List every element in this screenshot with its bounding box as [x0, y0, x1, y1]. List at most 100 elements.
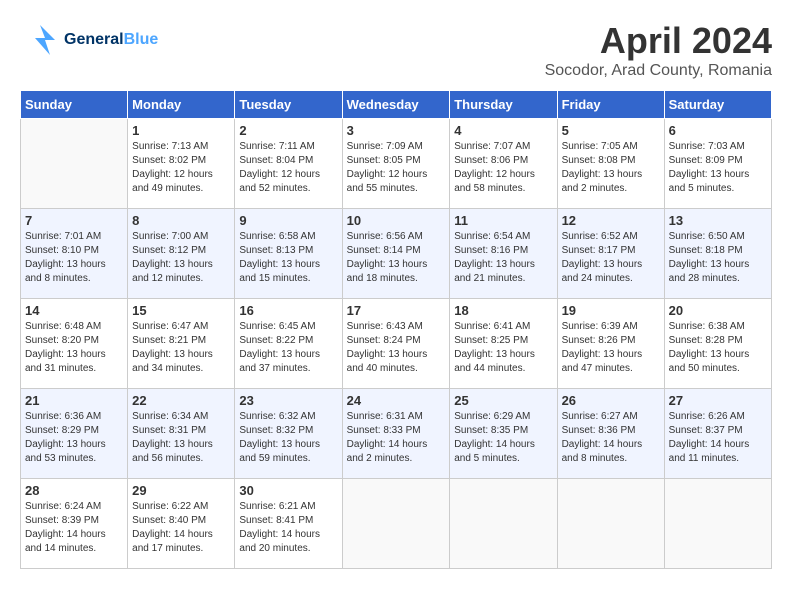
calendar-cell: [21, 119, 128, 209]
calendar-cell: 26 Sunrise: 6:27 AM Sunset: 8:36 PM Dayli…: [557, 389, 664, 479]
calendar-cell: [557, 479, 664, 569]
day-info: Sunrise: 6:21 AM Sunset: 8:41 PM Dayligh…: [239, 500, 337, 556]
calendar-table: SundayMondayTuesdayWednesdayThursdayFrid…: [20, 90, 772, 569]
calendar-header-row: SundayMondayTuesdayWednesdayThursdayFrid…: [21, 91, 772, 119]
day-number: 13: [669, 213, 767, 228]
day-info: Sunrise: 6:58 AM Sunset: 8:13 PM Dayligh…: [239, 230, 337, 286]
day-number: 21: [25, 393, 123, 408]
page-header: GeneralBlue April 2024 Socodor, Arad Cou…: [20, 20, 772, 80]
month-title: April 2024: [545, 20, 772, 62]
day-info: Sunrise: 6:36 AM Sunset: 8:29 PM Dayligh…: [25, 410, 123, 466]
location-subtitle: Socodor, Arad County, Romania: [545, 62, 772, 80]
day-number: 5: [562, 123, 660, 138]
day-info: Sunrise: 6:34 AM Sunset: 8:31 PM Dayligh…: [132, 410, 230, 466]
calendar-cell: 19Sunrise: 6:39 AM Sunset: 8:26 PM Dayli…: [557, 299, 664, 389]
day-number: 18: [454, 303, 552, 318]
day-number: 6: [669, 123, 767, 138]
day-info: Sunrise: 6:27 AM Sunset: 8:36 PM Dayligh…: [562, 410, 660, 466]
calendar-week-row: 28Sunrise: 6:24 AM Sunset: 8:39 PM Dayli…: [21, 479, 772, 569]
day-number: 26: [562, 393, 660, 408]
logo-text: GeneralBlue: [64, 31, 158, 49]
calendar-cell: 11 Sunrise: 6:54 AM Sunset: 8:16 PM Dayli…: [450, 209, 557, 299]
calendar-cell: [664, 479, 771, 569]
calendar-cell: 7 Sunrise: 7:01 AM Sunset: 8:10 PM Daylig…: [21, 209, 128, 299]
day-number: 17: [347, 303, 446, 318]
day-number: 14: [25, 303, 123, 318]
day-number: 10: [347, 213, 446, 228]
day-number: 20: [669, 303, 767, 318]
day-info: Sunrise: 6:41 AM Sunset: 8:25 PM Dayligh…: [454, 320, 552, 376]
day-number: 9: [239, 213, 337, 228]
day-info: Sunrise: 6:56 AM Sunset: 8:14 PM Dayligh…: [347, 230, 446, 286]
day-number: 23: [239, 393, 337, 408]
day-info: Sunrise: 6:31 AM Sunset: 8:33 PM Dayligh…: [347, 410, 446, 466]
calendar-cell: 23 Sunrise: 6:32 AM Sunset: 8:32 PM Dayli…: [235, 389, 342, 479]
day-info: Sunrise: 6:43 AM Sunset: 8:24 PM Dayligh…: [347, 320, 446, 376]
day-info: Sunrise: 7:07 AM Sunset: 8:06 PM Dayligh…: [454, 140, 552, 196]
day-number: 4: [454, 123, 552, 138]
calendar-cell: 27Sunrise: 6:26 AM Sunset: 8:37 PM Dayli…: [664, 389, 771, 479]
calendar-cell: 18 Sunrise: 6:41 AM Sunset: 8:25 PM Dayli…: [450, 299, 557, 389]
day-info: Sunrise: 6:45 AM Sunset: 8:22 PM Dayligh…: [239, 320, 337, 376]
day-number: 8: [132, 213, 230, 228]
calendar-cell: 4 Sunrise: 7:07 AM Sunset: 8:06 PM Daylig…: [450, 119, 557, 209]
weekday-header: Saturday: [664, 91, 771, 119]
day-number: 12: [562, 213, 660, 228]
day-info: Sunrise: 6:38 AM Sunset: 8:28 PM Dayligh…: [669, 320, 767, 376]
day-info: Sunrise: 6:29 AM Sunset: 8:35 PM Dayligh…: [454, 410, 552, 466]
day-number: 11: [454, 213, 552, 228]
calendar-cell: 20 Sunrise: 6:38 AM Sunset: 8:28 PM Dayli…: [664, 299, 771, 389]
calendar-cell: 22 Sunrise: 6:34 AM Sunset: 8:31 PM Dayli…: [128, 389, 235, 479]
calendar-cell: 28Sunrise: 6:24 AM Sunset: 8:39 PM Dayli…: [21, 479, 128, 569]
calendar-cell: 15 Sunrise: 6:47 AM Sunset: 8:21 PM Dayli…: [128, 299, 235, 389]
day-number: 24: [347, 393, 446, 408]
calendar-cell: 12 Sunrise: 6:52 AM Sunset: 8:17 PM Dayli…: [557, 209, 664, 299]
weekday-header: Tuesday: [235, 91, 342, 119]
logo-icon: [20, 20, 60, 60]
day-info: Sunrise: 6:48 AM Sunset: 8:20 PM Dayligh…: [25, 320, 123, 376]
day-number: 15: [132, 303, 230, 318]
day-number: 2: [239, 123, 337, 138]
day-info: Sunrise: 7:00 AM Sunset: 8:12 PM Dayligh…: [132, 230, 230, 286]
weekday-header: Friday: [557, 91, 664, 119]
calendar-cell: 25 Sunrise: 6:29 AM Sunset: 8:35 PM Dayli…: [450, 389, 557, 479]
calendar-cell: [342, 479, 450, 569]
calendar-cell: 16 Sunrise: 6:45 AM Sunset: 8:22 PM Dayli…: [235, 299, 342, 389]
day-info: Sunrise: 7:09 AM Sunset: 8:05 PM Dayligh…: [347, 140, 446, 196]
logo: GeneralBlue: [20, 20, 158, 60]
day-number: 28: [25, 483, 123, 498]
day-number: 25: [454, 393, 552, 408]
day-info: Sunrise: 7:11 AM Sunset: 8:04 PM Dayligh…: [239, 140, 337, 196]
day-number: 19: [562, 303, 660, 318]
day-info: Sunrise: 6:47 AM Sunset: 8:21 PM Dayligh…: [132, 320, 230, 376]
day-info: Sunrise: 6:54 AM Sunset: 8:16 PM Dayligh…: [454, 230, 552, 286]
day-info: Sunrise: 7:05 AM Sunset: 8:08 PM Dayligh…: [562, 140, 660, 196]
calendar-cell: 3 Sunrise: 7:09 AM Sunset: 8:05 PM Daylig…: [342, 119, 450, 209]
day-number: 22: [132, 393, 230, 408]
calendar-cell: 14 Sunrise: 6:48 AM Sunset: 8:20 PM Dayli…: [21, 299, 128, 389]
day-info: Sunrise: 6:32 AM Sunset: 8:32 PM Dayligh…: [239, 410, 337, 466]
day-number: 1: [132, 123, 230, 138]
day-info: Sunrise: 6:50 AM Sunset: 8:18 PM Dayligh…: [669, 230, 767, 286]
calendar-cell: 30Sunrise: 6:21 AM Sunset: 8:41 PM Dayli…: [235, 479, 342, 569]
day-info: Sunrise: 6:22 AM Sunset: 8:40 PM Dayligh…: [132, 500, 230, 556]
day-info: Sunrise: 7:01 AM Sunset: 8:10 PM Dayligh…: [25, 230, 123, 286]
calendar-cell: 2 Sunrise: 7:11 AM Sunset: 8:04 PM Daylig…: [235, 119, 342, 209]
day-info: Sunrise: 6:52 AM Sunset: 8:17 PM Dayligh…: [562, 230, 660, 286]
day-info: Sunrise: 7:13 AM Sunset: 8:02 PM Dayligh…: [132, 140, 230, 196]
day-number: 29: [132, 483, 230, 498]
day-number: 16: [239, 303, 337, 318]
calendar-cell: 6 Sunrise: 7:03 AM Sunset: 8:09 PM Daylig…: [664, 119, 771, 209]
day-number: 7: [25, 213, 123, 228]
day-number: 3: [347, 123, 446, 138]
calendar-cell: 9 Sunrise: 6:58 AM Sunset: 8:13 PM Daylig…: [235, 209, 342, 299]
title-section: April 2024 Socodor, Arad County, Romania: [545, 20, 772, 80]
weekday-header: Wednesday: [342, 91, 450, 119]
calendar-week-row: 21 Sunrise: 6:36 AM Sunset: 8:29 PM Dayli…: [21, 389, 772, 479]
calendar-cell: 24 Sunrise: 6:31 AM Sunset: 8:33 PM Dayli…: [342, 389, 450, 479]
day-info: Sunrise: 7:03 AM Sunset: 8:09 PM Dayligh…: [669, 140, 767, 196]
weekday-header: Thursday: [450, 91, 557, 119]
day-info: Sunrise: 6:26 AM Sunset: 8:37 PM Dayligh…: [669, 410, 767, 466]
calendar-cell: 5 Sunrise: 7:05 AM Sunset: 8:08 PM Daylig…: [557, 119, 664, 209]
calendar-week-row: 14 Sunrise: 6:48 AM Sunset: 8:20 PM Dayli…: [21, 299, 772, 389]
